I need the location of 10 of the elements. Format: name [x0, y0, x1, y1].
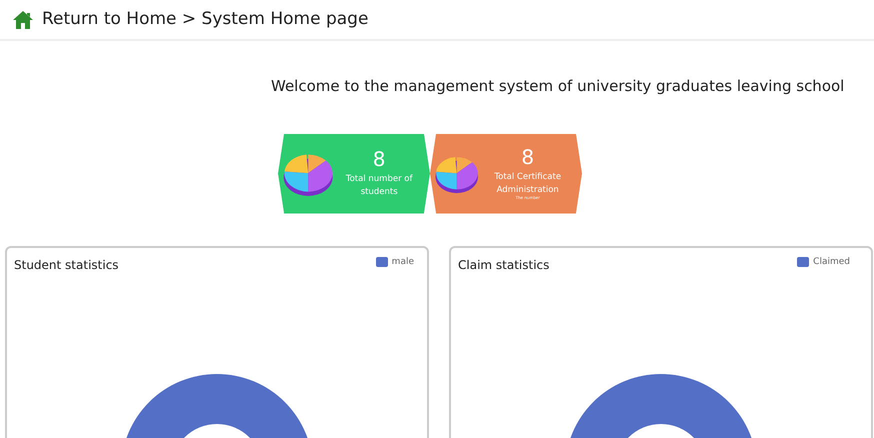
stat-value: 8	[372, 149, 386, 170]
stat-label: Total Certificate Administration	[493, 171, 562, 196]
stat-value: 8	[521, 147, 534, 168]
welcome-heading: Welcome to the management system of university graduates leaving school	[271, 77, 844, 95]
card-title: Student statistics	[14, 256, 119, 274]
legend-label[interactable]: Claimed	[813, 256, 850, 269]
legend-label[interactable]: male	[392, 256, 414, 269]
stat-label: Total number of students	[344, 173, 414, 198]
card-title: Claim statistics	[458, 256, 550, 274]
breadcrumb[interactable]: Return to Home > System Home page	[42, 6, 368, 32]
